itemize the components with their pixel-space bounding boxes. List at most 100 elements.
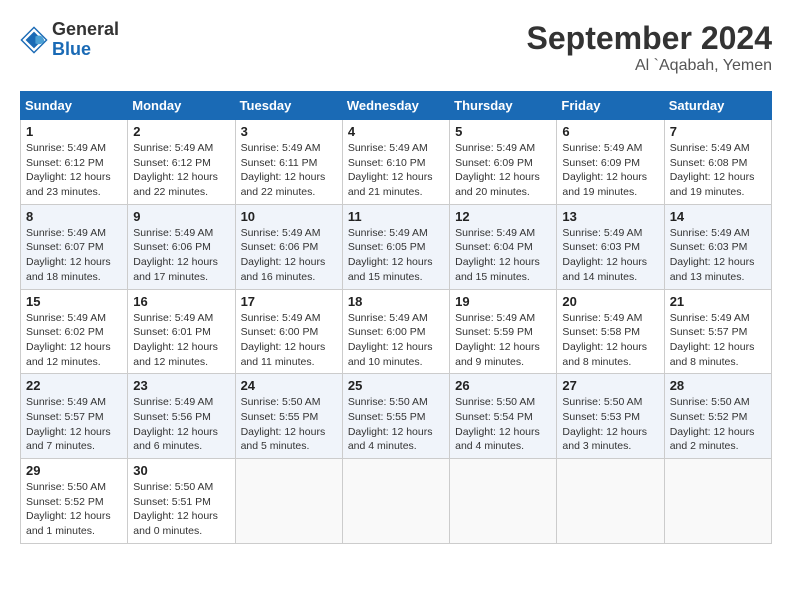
day-info: Sunrise: 5:50 AM Sunset: 5:55 PM Dayligh… (241, 395, 337, 454)
day-number: 28 (670, 378, 766, 393)
day-number: 1 (26, 124, 122, 139)
table-row: 20 Sunrise: 5:49 AM Sunset: 5:58 PM Dayl… (557, 289, 664, 374)
day-number: 9 (133, 209, 229, 224)
table-row: 5 Sunrise: 5:49 AM Sunset: 6:09 PM Dayli… (450, 120, 557, 205)
logo-blue: Blue (52, 40, 119, 60)
day-info: Sunrise: 5:49 AM Sunset: 6:03 PM Dayligh… (562, 226, 658, 285)
day-number: 13 (562, 209, 658, 224)
table-row: 24 Sunrise: 5:50 AM Sunset: 5:55 PM Dayl… (235, 374, 342, 459)
table-row (557, 459, 664, 544)
day-number: 6 (562, 124, 658, 139)
day-number: 25 (348, 378, 444, 393)
day-info: Sunrise: 5:49 AM Sunset: 6:11 PM Dayligh… (241, 141, 337, 200)
day-info: Sunrise: 5:49 AM Sunset: 6:01 PM Dayligh… (133, 311, 229, 370)
day-info: Sunrise: 5:49 AM Sunset: 5:56 PM Dayligh… (133, 395, 229, 454)
day-number: 10 (241, 209, 337, 224)
day-number: 5 (455, 124, 551, 139)
table-row: 17 Sunrise: 5:49 AM Sunset: 6:00 PM Dayl… (235, 289, 342, 374)
table-row: 7 Sunrise: 5:49 AM Sunset: 6:08 PM Dayli… (664, 120, 771, 205)
day-info: Sunrise: 5:49 AM Sunset: 6:10 PM Dayligh… (348, 141, 444, 200)
table-row: 16 Sunrise: 5:49 AM Sunset: 6:01 PM Dayl… (128, 289, 235, 374)
day-number: 18 (348, 294, 444, 309)
title-block: September 2024 Al `Aqabah, Yemen (527, 20, 772, 75)
day-info: Sunrise: 5:49 AM Sunset: 6:09 PM Dayligh… (562, 141, 658, 200)
table-row: 22 Sunrise: 5:49 AM Sunset: 5:57 PM Dayl… (21, 374, 128, 459)
table-row: 25 Sunrise: 5:50 AM Sunset: 5:55 PM Dayl… (342, 374, 449, 459)
day-number: 22 (26, 378, 122, 393)
calendar-row: 1 Sunrise: 5:49 AM Sunset: 6:12 PM Dayli… (21, 120, 772, 205)
table-row: 8 Sunrise: 5:49 AM Sunset: 6:07 PM Dayli… (21, 204, 128, 289)
table-row: 9 Sunrise: 5:49 AM Sunset: 6:06 PM Dayli… (128, 204, 235, 289)
col-friday: Friday (557, 92, 664, 120)
table-row: 28 Sunrise: 5:50 AM Sunset: 5:52 PM Dayl… (664, 374, 771, 459)
table-row: 26 Sunrise: 5:50 AM Sunset: 5:54 PM Dayl… (450, 374, 557, 459)
table-row: 21 Sunrise: 5:49 AM Sunset: 5:57 PM Dayl… (664, 289, 771, 374)
table-row: 15 Sunrise: 5:49 AM Sunset: 6:02 PM Dayl… (21, 289, 128, 374)
day-number: 20 (562, 294, 658, 309)
day-number: 3 (241, 124, 337, 139)
col-monday: Monday (128, 92, 235, 120)
day-number: 27 (562, 378, 658, 393)
day-number: 16 (133, 294, 229, 309)
logo: General Blue (20, 20, 119, 60)
calendar-header-row: Sunday Monday Tuesday Wednesday Thursday… (21, 92, 772, 120)
table-row: 12 Sunrise: 5:49 AM Sunset: 6:04 PM Dayl… (450, 204, 557, 289)
table-row (664, 459, 771, 544)
day-number: 11 (348, 209, 444, 224)
table-row: 2 Sunrise: 5:49 AM Sunset: 6:12 PM Dayli… (128, 120, 235, 205)
table-row: 30 Sunrise: 5:50 AM Sunset: 5:51 PM Dayl… (128, 459, 235, 544)
day-info: Sunrise: 5:49 AM Sunset: 5:57 PM Dayligh… (670, 311, 766, 370)
day-info: Sunrise: 5:50 AM Sunset: 5:54 PM Dayligh… (455, 395, 551, 454)
day-number: 21 (670, 294, 766, 309)
table-row: 18 Sunrise: 5:49 AM Sunset: 6:00 PM Dayl… (342, 289, 449, 374)
table-row: 23 Sunrise: 5:49 AM Sunset: 5:56 PM Dayl… (128, 374, 235, 459)
calendar-row: 22 Sunrise: 5:49 AM Sunset: 5:57 PM Dayl… (21, 374, 772, 459)
day-info: Sunrise: 5:50 AM Sunset: 5:55 PM Dayligh… (348, 395, 444, 454)
table-row: 3 Sunrise: 5:49 AM Sunset: 6:11 PM Dayli… (235, 120, 342, 205)
day-info: Sunrise: 5:49 AM Sunset: 6:05 PM Dayligh… (348, 226, 444, 285)
day-info: Sunrise: 5:49 AM Sunset: 6:12 PM Dayligh… (26, 141, 122, 200)
day-number: 29 (26, 463, 122, 478)
day-info: Sunrise: 5:49 AM Sunset: 5:59 PM Dayligh… (455, 311, 551, 370)
table-row (342, 459, 449, 544)
day-info: Sunrise: 5:49 AM Sunset: 6:04 PM Dayligh… (455, 226, 551, 285)
table-row: 10 Sunrise: 5:49 AM Sunset: 6:06 PM Dayl… (235, 204, 342, 289)
logo-text: General Blue (52, 20, 119, 60)
day-info: Sunrise: 5:49 AM Sunset: 6:06 PM Dayligh… (133, 226, 229, 285)
table-row: 19 Sunrise: 5:49 AM Sunset: 5:59 PM Dayl… (450, 289, 557, 374)
day-info: Sunrise: 5:50 AM Sunset: 5:52 PM Dayligh… (26, 480, 122, 539)
day-info: Sunrise: 5:49 AM Sunset: 6:08 PM Dayligh… (670, 141, 766, 200)
day-number: 19 (455, 294, 551, 309)
day-number: 12 (455, 209, 551, 224)
table-row: 14 Sunrise: 5:49 AM Sunset: 6:03 PM Dayl… (664, 204, 771, 289)
col-thursday: Thursday (450, 92, 557, 120)
day-info: Sunrise: 5:49 AM Sunset: 6:09 PM Dayligh… (455, 141, 551, 200)
day-info: Sunrise: 5:49 AM Sunset: 6:02 PM Dayligh… (26, 311, 122, 370)
page-header: General Blue September 2024 Al `Aqabah, … (20, 20, 772, 75)
day-info: Sunrise: 5:49 AM Sunset: 6:00 PM Dayligh… (241, 311, 337, 370)
day-info: Sunrise: 5:50 AM Sunset: 5:53 PM Dayligh… (562, 395, 658, 454)
col-saturday: Saturday (664, 92, 771, 120)
day-info: Sunrise: 5:49 AM Sunset: 6:06 PM Dayligh… (241, 226, 337, 285)
day-number: 4 (348, 124, 444, 139)
day-info: Sunrise: 5:49 AM Sunset: 6:00 PM Dayligh… (348, 311, 444, 370)
day-number: 17 (241, 294, 337, 309)
col-tuesday: Tuesday (235, 92, 342, 120)
day-info: Sunrise: 5:50 AM Sunset: 5:51 PM Dayligh… (133, 480, 229, 539)
day-number: 7 (670, 124, 766, 139)
table-row: 6 Sunrise: 5:49 AM Sunset: 6:09 PM Dayli… (557, 120, 664, 205)
day-number: 26 (455, 378, 551, 393)
calendar-row: 29 Sunrise: 5:50 AM Sunset: 5:52 PM Dayl… (21, 459, 772, 544)
logo-icon (20, 26, 48, 54)
table-row: 27 Sunrise: 5:50 AM Sunset: 5:53 PM Dayl… (557, 374, 664, 459)
day-info: Sunrise: 5:49 AM Sunset: 5:57 PM Dayligh… (26, 395, 122, 454)
day-number: 14 (670, 209, 766, 224)
day-number: 24 (241, 378, 337, 393)
table-row: 29 Sunrise: 5:50 AM Sunset: 5:52 PM Dayl… (21, 459, 128, 544)
month-title: September 2024 (527, 20, 772, 57)
table-row: 4 Sunrise: 5:49 AM Sunset: 6:10 PM Dayli… (342, 120, 449, 205)
location-title: Al `Aqabah, Yemen (527, 57, 772, 75)
table-row: 11 Sunrise: 5:49 AM Sunset: 6:05 PM Dayl… (342, 204, 449, 289)
col-wednesday: Wednesday (342, 92, 449, 120)
day-number: 30 (133, 463, 229, 478)
